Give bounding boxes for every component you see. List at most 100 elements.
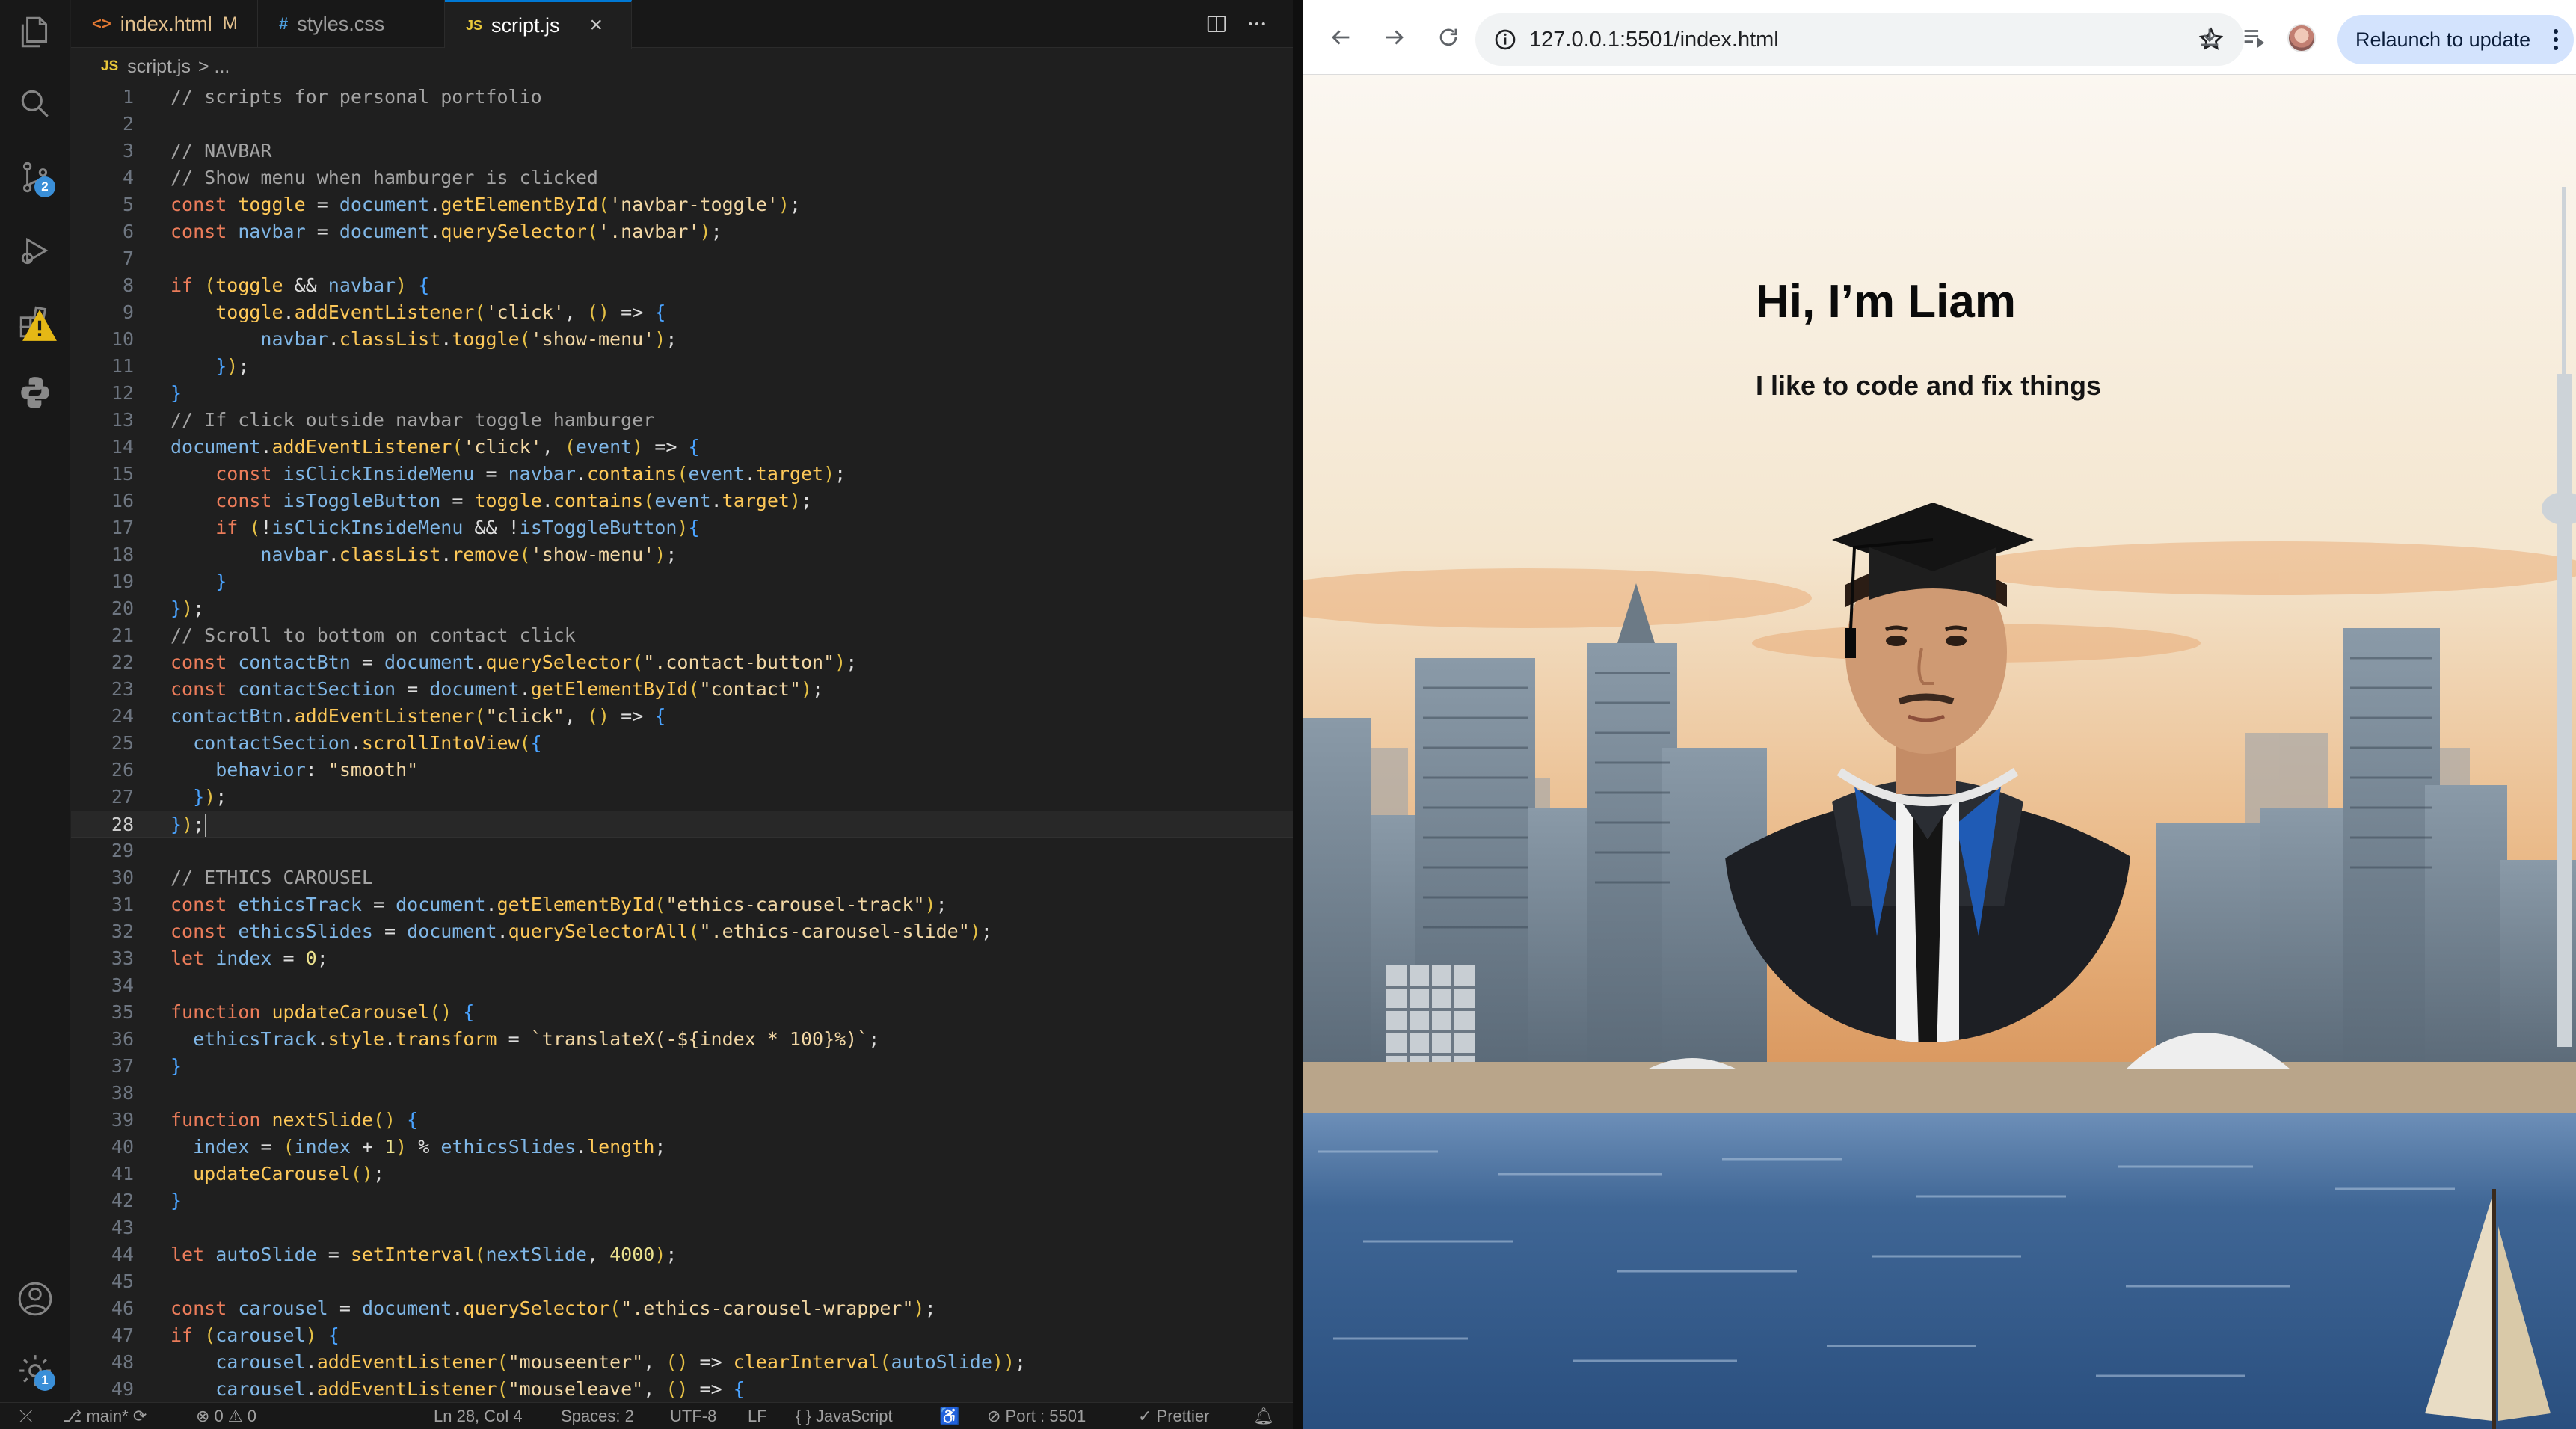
more-actions-icon[interactable]: [1241, 7, 1273, 40]
code-text[interactable]: navbar.classList.toggle('show-menu');: [170, 326, 677, 353]
forward-arrow-icon[interactable]: [1378, 21, 1411, 54]
language-mode[interactable]: { } JavaScript: [796, 1403, 893, 1429]
run-debug-icon[interactable]: [15, 230, 55, 271]
split-editor-icon[interactable]: [1200, 7, 1233, 40]
encoding[interactable]: UTF-8: [670, 1403, 716, 1429]
code-line[interactable]: 36 ethicsTrack.style.transform = `transl…: [71, 1026, 1293, 1053]
code-line[interactable]: 13 // If click outside navbar toggle hamb…: [71, 407, 1293, 434]
reload-icon[interactable]: [1432, 21, 1465, 54]
code-line[interactable]: 25 contactSection.scrollIntoView({: [71, 730, 1293, 757]
code-line[interactable]: 18 navbar.classList.remove('show-menu');: [71, 541, 1293, 568]
code-text[interactable]: index = (index + 1) % ethicsSlides.lengt…: [170, 1134, 665, 1161]
code-line[interactable]: 2: [71, 111, 1293, 138]
code-line[interactable]: 37}: [71, 1053, 1293, 1080]
breadcrumb-rest[interactable]: > ...: [198, 56, 230, 78]
code-line[interactable]: 17 if (!isClickInsideMenu && !isToggleBu…: [71, 514, 1293, 541]
indentation[interactable]: Spaces: 2: [561, 1403, 634, 1429]
remote-indicator-icon[interactable]: ⤫: [19, 1403, 33, 1429]
code-text[interactable]: }: [170, 1187, 182, 1214]
code-line[interactable]: 5 const toggle = document.getElementById(…: [71, 191, 1293, 218]
code-text[interactable]: // If click outside navbar toggle hambur…: [170, 407, 654, 434]
code-line[interactable]: 27 });: [71, 784, 1293, 811]
code-line[interactable]: 1 // scripts for personal portfolio: [71, 84, 1293, 111]
settings-gear-icon[interactable]: 1: [15, 1350, 55, 1391]
code-text[interactable]: if (!isClickInsideMenu && !isToggleButto…: [170, 514, 699, 541]
source-control-icon[interactable]: 2: [15, 157, 55, 197]
code-text[interactable]: function updateCarousel() {: [170, 999, 474, 1026]
code-text[interactable]: updateCarousel();: [170, 1161, 384, 1187]
code-line[interactable]: 22 const contactBtn = document.querySelec…: [71, 649, 1293, 676]
branch-indicator[interactable]: ⎇ main* ⟳: [63, 1403, 147, 1429]
problems-indicator[interactable]: ⊗ 0 ⚠ 0: [196, 1403, 256, 1429]
profile-avatar[interactable]: [2287, 24, 2316, 52]
code-text[interactable]: }: [170, 568, 227, 595]
code-text[interactable]: const carousel = document.querySelector(…: [170, 1295, 936, 1322]
code-text[interactable]: contactSection.scrollIntoView({: [170, 730, 542, 757]
code-line[interactable]: 31 const ethicsTrack = document.getElemen…: [71, 891, 1293, 918]
code-text[interactable]: const contactBtn = document.querySelecto…: [170, 649, 857, 676]
code-line[interactable]: 29: [71, 838, 1293, 864]
code-line[interactable]: 45: [71, 1268, 1293, 1295]
tab-script-js[interactable]: JS script.js ×: [445, 0, 632, 49]
code-line[interactable]: 32 const ethicsSlides = document.querySel…: [71, 918, 1293, 945]
code-text[interactable]: behavior: "smooth": [170, 757, 418, 784]
code-text[interactable]: if (carousel) {: [170, 1322, 339, 1349]
code-text[interactable]: }: [170, 380, 182, 407]
code-text[interactable]: navbar.classList.remove('show-menu');: [170, 541, 677, 568]
code-line[interactable]: 12}: [71, 380, 1293, 407]
code-text[interactable]: let index = 0;: [170, 945, 328, 972]
code-line[interactable]: 44 let autoSlide = setInterval(nextSlide,…: [71, 1241, 1293, 1268]
code-text[interactable]: ethicsTrack.style.transform = `translate…: [170, 1026, 879, 1053]
code-line[interactable]: 20});: [71, 595, 1293, 622]
code-editor[interactable]: 1// scripts for personal portfolio 2 3// N…: [71, 84, 1293, 1402]
line-ending[interactable]: LF: [748, 1403, 767, 1429]
code-line[interactable]: 7: [71, 245, 1293, 272]
download-icon[interactable]: [2193, 21, 2226, 54]
prettier-status[interactable]: ✓ Prettier: [1138, 1403, 1209, 1429]
code-text[interactable]: }: [170, 1053, 182, 1080]
copilot-icon[interactable]: ♿: [939, 1403, 959, 1429]
address-bar[interactable]: 127.0.0.1:5501/index.html: [1475, 13, 2244, 66]
code-line[interactable]: 35 function updateCarousel() {: [71, 999, 1293, 1026]
code-text[interactable]: // Scroll to bottom on contact click: [170, 622, 576, 649]
code-text[interactable]: // ETHICS CAROUSEL: [170, 864, 373, 891]
code-text[interactable]: const contactSection = document.getEleme…: [170, 676, 823, 703]
cursor-position[interactable]: Ln 28, Col 4: [434, 1403, 523, 1429]
code-text[interactable]: });: [170, 811, 207, 838]
code-line[interactable]: 47 if (carousel) {: [71, 1322, 1293, 1349]
code-line[interactable]: 42}: [71, 1187, 1293, 1214]
code-text[interactable]: });: [170, 595, 204, 622]
extensions-icon[interactable]: [15, 302, 57, 342]
code-line[interactable]: 24 contactBtn.addEventListener("click", (…: [71, 703, 1293, 730]
relaunch-to-update-button[interactable]: Relaunch to update: [2337, 15, 2574, 64]
breadcrumb-file[interactable]: script.js: [127, 56, 191, 78]
live-server-port[interactable]: ⊘ Port : 5501: [987, 1403, 1086, 1429]
code-line[interactable]: 11 });: [71, 353, 1293, 380]
code-line[interactable]: 16 const isToggleButton = toggle.contain…: [71, 488, 1293, 514]
explorer-icon[interactable]: [15, 12, 55, 52]
code-text[interactable]: });: [170, 784, 227, 811]
python-icon[interactable]: [15, 372, 55, 413]
code-line[interactable]: 3 // NAVBAR: [71, 138, 1293, 165]
code-line[interactable]: 28});: [71, 811, 1293, 838]
code-line[interactable]: 43: [71, 1214, 1293, 1241]
code-text[interactable]: toggle.addEventListener('click', () => {: [170, 299, 665, 326]
code-line[interactable]: 21 // Scroll to bottom on contact click: [71, 622, 1293, 649]
code-text[interactable]: const ethicsSlides = document.querySelec…: [170, 918, 992, 945]
code-line[interactable]: 40 index = (index + 1) % ethicsSlides.le…: [71, 1134, 1293, 1161]
code-line[interactable]: 46 const carousel = document.querySelecto…: [71, 1295, 1293, 1322]
code-text[interactable]: // scripts for personal portfolio: [170, 84, 542, 111]
search-icon[interactable]: [15, 84, 55, 124]
code-line[interactable]: 4 // Show menu when hamburger is clicked: [71, 165, 1293, 191]
code-text[interactable]: });: [170, 353, 249, 380]
code-text[interactable]: let autoSlide = setInterval(nextSlide, 4…: [170, 1241, 677, 1268]
code-text[interactable]: const isClickInsideMenu = navbar.contain…: [170, 461, 846, 488]
code-line[interactable]: 23 const contactSection = document.getEle…: [71, 676, 1293, 703]
code-line[interactable]: 15 const isClickInsideMenu = navbar.cont…: [71, 461, 1293, 488]
media-queue-icon[interactable]: [2237, 21, 2269, 54]
window-divider[interactable]: [1293, 0, 1303, 1429]
code-line[interactable]: 30 // ETHICS CAROUSEL: [71, 864, 1293, 891]
code-line[interactable]: 26 behavior: "smooth": [71, 757, 1293, 784]
code-text[interactable]: // NAVBAR: [170, 138, 271, 165]
code-text[interactable]: function nextSlide() {: [170, 1107, 418, 1134]
